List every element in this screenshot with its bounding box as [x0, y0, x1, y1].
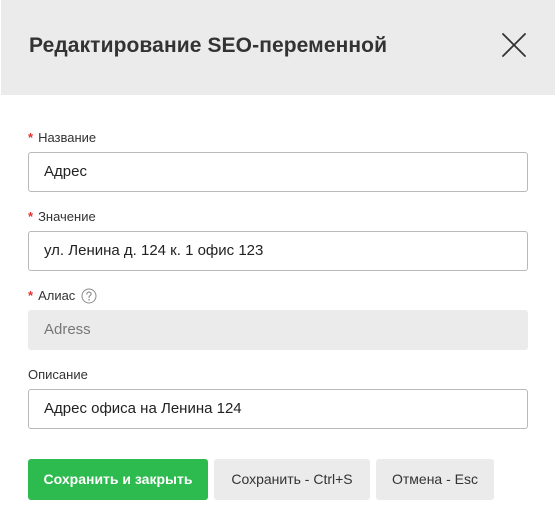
- required-mark: *: [28, 209, 34, 224]
- help-icon[interactable]: [81, 288, 97, 304]
- value-label-row: * Значение: [28, 209, 96, 225]
- value-label: Значение: [38, 209, 96, 224]
- save-and-close-button[interactable]: Сохранить и закрыть: [28, 459, 208, 500]
- name-label-row: * Название: [28, 130, 96, 146]
- edit-seo-variable-dialog: Редактирование SEO-переменной * Название…: [0, 0, 556, 529]
- name-input[interactable]: Адрес: [28, 152, 528, 192]
- description-input[interactable]: Адрес офиса на Ленина 124: [28, 389, 528, 429]
- description-label-row: Описание: [28, 367, 88, 383]
- required-mark: *: [28, 288, 34, 303]
- alias-input: Adress: [28, 310, 528, 350]
- close-button[interactable]: [498, 29, 530, 61]
- save-button[interactable]: Сохранить - Ctrl+S: [214, 459, 370, 500]
- alias-label: Алиас: [38, 288, 76, 303]
- value-input[interactable]: ул. Ленина д. 124 к. 1 офис 123: [28, 231, 528, 271]
- description-label: Описание: [28, 367, 88, 382]
- close-icon: [502, 33, 526, 57]
- cancel-button[interactable]: Отмена - Esc: [376, 459, 494, 500]
- dialog-title: Редактирование SEO-переменной: [29, 34, 388, 57]
- dialog-header: Редактирование SEO-переменной: [1, 0, 555, 95]
- alias-label-row: * Алиас: [28, 288, 97, 304]
- required-mark: *: [28, 130, 34, 145]
- name-label: Название: [38, 130, 97, 145]
